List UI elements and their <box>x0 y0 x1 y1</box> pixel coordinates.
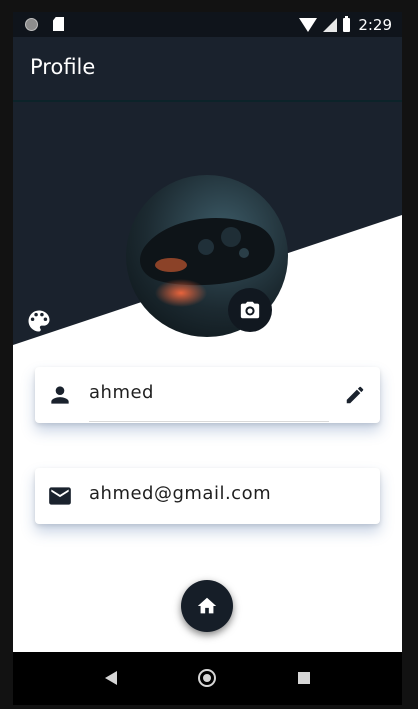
system-navigation-bar <box>13 652 402 705</box>
status-right-group: 2:29 <box>299 15 392 35</box>
status-time: 2:29 <box>358 16 392 34</box>
pencil-icon[interactable] <box>344 384 366 406</box>
person-icon <box>51 386 69 404</box>
home-circle-icon[interactable] <box>198 669 216 687</box>
name-underline <box>89 421 329 422</box>
email-card: ahmed@gmail.com <box>35 468 380 524</box>
email-value: ahmed@gmail.com <box>89 483 272 504</box>
sd-card-icon <box>53 17 64 31</box>
name-card: ahmed <box>35 367 380 423</box>
change-photo-button[interactable] <box>228 288 272 332</box>
mail-icon <box>49 487 71 505</box>
notification-dot-icon <box>25 18 38 31</box>
wifi-icon <box>299 18 318 32</box>
home-button[interactable] <box>181 580 233 632</box>
camera-icon <box>240 301 260 319</box>
phone-screen: 2:29 Profile ahmed ahmed@gmail.com <box>13 12 402 652</box>
battery-icon <box>343 16 351 32</box>
page-title: Profile <box>30 55 96 79</box>
app-bar: Profile <box>13 37 402 102</box>
recents-square-icon[interactable] <box>298 672 310 684</box>
palette-icon[interactable] <box>25 307 53 335</box>
name-value[interactable]: ahmed <box>89 382 154 403</box>
status-bar: 2:29 <box>13 12 402 37</box>
back-triangle-icon[interactable] <box>105 671 117 685</box>
signal-icon <box>323 18 338 32</box>
home-icon <box>197 597 217 614</box>
